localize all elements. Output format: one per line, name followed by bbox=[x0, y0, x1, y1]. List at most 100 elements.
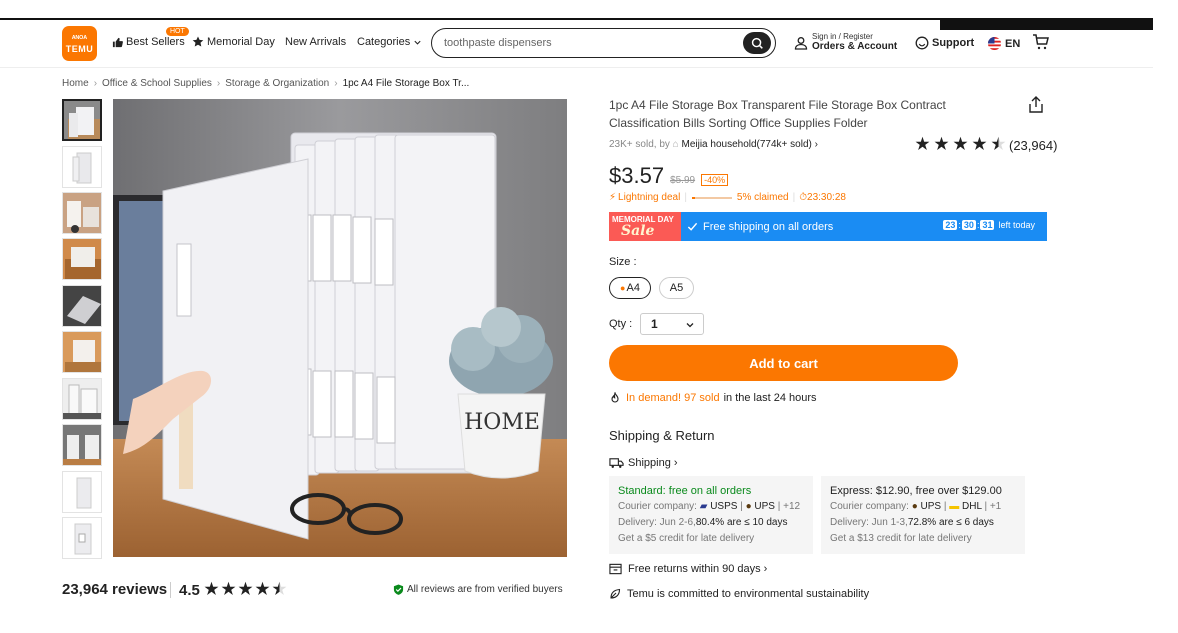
timer-minutes: 30 bbox=[961, 220, 976, 230]
delivery-label: Delivery: Jun 1-3, bbox=[830, 517, 908, 528]
star-icon bbox=[953, 136, 968, 150]
memorial-day-label: Memorial Day bbox=[207, 36, 275, 48]
thumbnail-6[interactable] bbox=[62, 331, 102, 373]
temu-logo[interactable]: ᴬᴺᴼᴬ TEMU bbox=[62, 26, 97, 61]
thumbnail-3[interactable] bbox=[62, 192, 102, 234]
thumbnail-8[interactable] bbox=[62, 424, 102, 466]
breadcrumb-storage[interactable]: Storage & Organization bbox=[225, 78, 329, 89]
us-flag-icon bbox=[987, 36, 1002, 51]
price-row: $3.57 $5.99 -40% bbox=[609, 163, 729, 189]
courier-label: Courier company: bbox=[830, 501, 909, 512]
rating-stars-top bbox=[915, 136, 1006, 154]
nav-new-arrivals[interactable]: New Arrivals bbox=[285, 36, 346, 48]
rating-count: (23,964) bbox=[1009, 137, 1058, 153]
promo-banner: MEMORIAL DAY Sale Free shipping on all o… bbox=[609, 212, 1047, 241]
rating-value: 4.5 bbox=[179, 582, 200, 599]
thumbs-up-icon bbox=[112, 37, 123, 47]
support-label: Support bbox=[932, 37, 975, 49]
flame-icon: ● bbox=[620, 283, 626, 293]
express-heading: Express: $12.90, free over $129.00 bbox=[830, 485, 1002, 497]
memorial-day-sale-badge: MEMORIAL DAY Sale bbox=[609, 212, 681, 241]
signin-account[interactable]: Sign in / Register Orders & Account bbox=[794, 32, 897, 53]
size-a4-label: A4 bbox=[626, 282, 640, 294]
thumbnail-7[interactable] bbox=[62, 378, 102, 420]
review-count[interactable]: 23,964 reviews bbox=[62, 581, 167, 598]
language-selector[interactable]: EN bbox=[987, 36, 1020, 51]
courier-ups: UPS bbox=[920, 501, 942, 512]
header-divider bbox=[0, 67, 1153, 68]
search-button[interactable] bbox=[743, 32, 771, 54]
nav-categories[interactable]: Categories bbox=[357, 36, 425, 48]
add-to-cart-button[interactable]: Add to cart bbox=[609, 345, 958, 381]
lang-label: EN bbox=[1005, 37, 1021, 50]
sold-count: 23K+ sold, by bbox=[609, 139, 670, 150]
verified-notice: All reviews are from verified buyers bbox=[393, 584, 563, 595]
lightning-deal: ⚡ Lightning deal | 5% claimed | ⏱23:30:2… bbox=[609, 192, 846, 203]
old-price: $5.99 bbox=[670, 175, 696, 186]
nav-memorial-day[interactable]: Memorial Day bbox=[192, 36, 275, 48]
leaf-icon bbox=[610, 588, 621, 599]
standard-heading: Standard: free on all orders bbox=[618, 485, 752, 497]
categories-label: Categories bbox=[357, 36, 411, 48]
delivery-stat: 80.4% are ≤ 10 days bbox=[695, 517, 788, 528]
delivery-stat: 72.8% are ≤ 6 days bbox=[907, 517, 994, 528]
breadcrumb: Home › Office & School Supplies › Storage & … bbox=[62, 78, 470, 89]
star-icon bbox=[238, 581, 253, 595]
review-rating[interactable]: 4.5 bbox=[179, 581, 287, 600]
returns-icon bbox=[609, 563, 622, 575]
share-icon bbox=[1029, 96, 1043, 113]
deal-timer: ⏱23:30:28 bbox=[799, 192, 846, 203]
thumbnail-5[interactable] bbox=[62, 285, 102, 327]
product-title: 1pc A4 File Storage Box Transparent File… bbox=[609, 98, 946, 130]
breadcrumb-office-supplies[interactable]: Office & School Supplies bbox=[102, 78, 212, 89]
courier-more: +12 bbox=[783, 501, 801, 512]
qty-value: 1 bbox=[651, 317, 658, 331]
share-button[interactable] bbox=[1027, 96, 1045, 117]
support-link[interactable]: Support bbox=[915, 36, 974, 50]
ups-icon: ● bbox=[745, 501, 752, 512]
thumbnail-4[interactable] bbox=[62, 238, 102, 280]
size-label: Size : bbox=[609, 256, 637, 268]
free-returns-link[interactable]: Free returns within 90 days › bbox=[609, 563, 767, 575]
express-shipping-card: Express: $12.90, free over $129.00 Couri… bbox=[821, 476, 1025, 554]
fire-icon bbox=[611, 392, 619, 403]
thumbnail-2[interactable] bbox=[62, 146, 102, 188]
stars-icon bbox=[915, 136, 1006, 150]
courier-usps: USPS bbox=[710, 501, 738, 512]
eco-notice[interactable]: Temu is committed to environmental susta… bbox=[609, 588, 869, 600]
courier-more: +1 bbox=[989, 501, 1002, 512]
cart-button[interactable] bbox=[1032, 33, 1050, 54]
seller-link[interactable]: Meijia household(774k+ sold) bbox=[681, 139, 811, 150]
dhl-icon: ▬ bbox=[949, 501, 960, 512]
new-arrivals-label: New Arrivals bbox=[285, 36, 347, 48]
shipping-return-title: Shipping & Return bbox=[609, 428, 715, 443]
search-bar[interactable] bbox=[431, 28, 776, 58]
shipping-link[interactable]: Shipping › bbox=[609, 457, 678, 469]
courier-dhl: DHL bbox=[962, 501, 982, 512]
star-icon bbox=[934, 136, 949, 150]
stars-icon bbox=[204, 581, 287, 595]
quantity-select[interactable]: 1 bbox=[640, 313, 704, 335]
search-icon bbox=[751, 37, 763, 49]
courier-ups: UPS bbox=[754, 501, 775, 512]
product-rating[interactable]: (23,964) bbox=[915, 136, 1057, 154]
demand-notice: In demand! 97 sold in the last 24 hours bbox=[609, 392, 817, 404]
current-price: $3.57 bbox=[609, 163, 665, 188]
main-product-image[interactable]: HOME bbox=[113, 99, 567, 557]
star-icon bbox=[221, 581, 236, 595]
breadcrumb-home[interactable]: Home bbox=[62, 78, 89, 89]
size-option-a4[interactable]: ● A4 bbox=[609, 277, 651, 299]
claimed-text: 5% claimed bbox=[736, 192, 789, 203]
size-option-a5[interactable]: A5 bbox=[659, 277, 694, 299]
chevron-down-icon bbox=[686, 323, 694, 328]
promo-badge-main: Sale bbox=[621, 223, 655, 239]
check-icon bbox=[687, 222, 698, 231]
nav-best-sellers[interactable]: Best Sellers bbox=[112, 36, 185, 48]
thumbnail-9[interactable] bbox=[62, 471, 102, 513]
search-input[interactable] bbox=[444, 37, 744, 49]
star-icon bbox=[255, 581, 270, 595]
shipping-link-label: Shipping bbox=[628, 457, 671, 469]
signin-label: Sign in / Register bbox=[812, 32, 873, 41]
thumbnail-1[interactable] bbox=[62, 99, 102, 141]
thumbnail-10[interactable] bbox=[62, 517, 102, 559]
